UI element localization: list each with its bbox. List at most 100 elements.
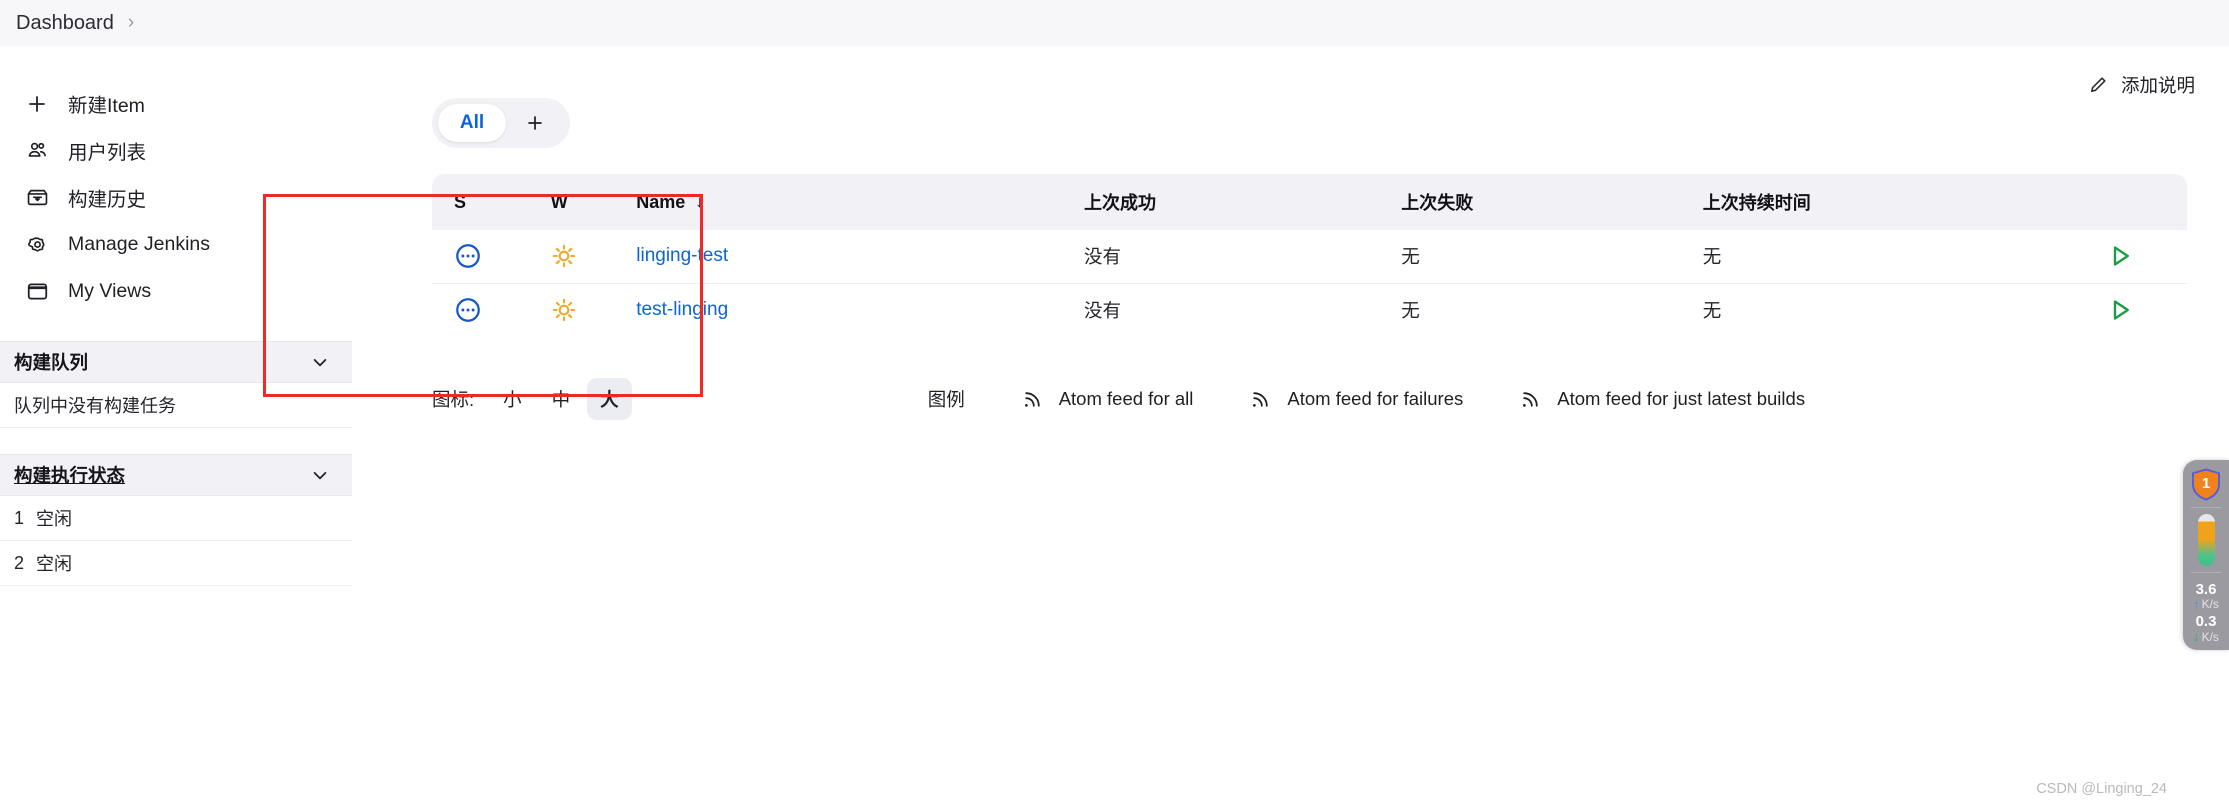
view-tabs: All [432, 98, 570, 148]
sidebar-item-new-item[interactable]: 新建Item [10, 80, 342, 127]
cell-status [432, 230, 529, 284]
plus-icon [24, 91, 50, 117]
table-row: test-linging 没有 无 无 [432, 283, 2187, 336]
upload-value: 3.6 [2195, 581, 2217, 598]
arrow-up-icon: ↑ [2193, 596, 2200, 612]
job-name-link[interactable]: linging-test [636, 245, 728, 267]
header-weather[interactable]: W [528, 174, 615, 230]
build-queue-empty-text: 队列中没有构建任务 [14, 396, 176, 416]
cell-last-failure: 无 [1379, 230, 1681, 284]
sidebar-nav: 新建Item 用户列表 构建历史 Manage Jenkins My Views [0, 80, 352, 315]
upload-stat: 3.6 ↑ K/s [2193, 582, 2219, 611]
header-last-duration[interactable]: 上次持续时间 [1680, 174, 2052, 230]
main-content: 添加说明 All S W Name ↓ 上次成功 上次失败 上次持续时间 lin… [352, 46, 2229, 807]
executor-row[interactable]: 1 空闲 [0, 496, 352, 541]
sunny-icon[interactable] [551, 297, 577, 323]
breadcrumb: Dashboard › [0, 0, 2229, 46]
download-unit-row: ↓ K/s [2193, 630, 2219, 644]
play-icon[interactable] [2105, 295, 2135, 325]
rss-icon [1519, 387, 1543, 411]
pending-dots-icon[interactable] [454, 296, 482, 324]
chevron-down-icon[interactable] [310, 465, 330, 485]
build-queue-title: 构建队列 [14, 352, 89, 373]
build-executor-panel: 构建执行状态 1 空闲 2 空闲 [0, 454, 352, 586]
sidebar: 新建Item 用户列表 构建历史 Manage Jenkins My Views… [0, 46, 352, 807]
sidebar-item-users[interactable]: 用户列表 [10, 127, 342, 174]
cell-last-duration: 无 [1680, 230, 2052, 284]
breadcrumb-root[interactable]: Dashboard [16, 12, 114, 35]
header-name[interactable]: Name ↓ [614, 174, 1062, 230]
add-view-button[interactable] [506, 104, 564, 142]
gear-icon [24, 232, 50, 258]
build-queue-header[interactable]: 构建队列 [0, 341, 352, 383]
sunny-icon[interactable] [551, 243, 577, 269]
cell-weather [528, 283, 615, 336]
pending-dots-icon[interactable] [454, 242, 482, 270]
icon-size-medium-button[interactable]: 中 [539, 378, 584, 420]
header-status-label: S [454, 191, 467, 212]
executor-status: 空闲 [36, 509, 73, 529]
sidebar-item-label: 新建Item [68, 95, 145, 117]
atom-feed-failures-label: Atom feed for failures [1287, 388, 1464, 409]
sort-descending-icon: ↓ [695, 192, 704, 211]
cell-last-failure: 无 [1379, 283, 1681, 336]
header-last-duration-label: 上次持续时间 [1702, 193, 1811, 213]
last-success-value: 没有 [1084, 246, 1122, 268]
breadcrumb-separator-icon: › [127, 12, 135, 33]
add-description-label: 添加说明 [2120, 75, 2195, 96]
download-value: 0.3 [2195, 613, 2217, 631]
cell-name: test-linging [614, 283, 1062, 336]
legend-link[interactable]: 图例 [928, 386, 965, 412]
sidebar-item-label: My Views [68, 280, 152, 302]
build-executor-header[interactable]: 构建执行状态 [0, 454, 352, 496]
cell-last-success: 没有 [1062, 230, 1380, 284]
download-unit: K/s [2201, 629, 2219, 644]
tab-all[interactable]: All [438, 104, 506, 142]
header-status[interactable]: S [432, 174, 529, 230]
upload-unit: K/s [2201, 597, 2219, 612]
atom-feed-latest-builds-link[interactable]: Atom feed for just latest builds [1519, 387, 1805, 411]
cell-last-duration: 无 [1680, 283, 2052, 336]
table-footer: 图标: 小 中 大 图例 Atom feed for all Atom feed… [432, 378, 2199, 420]
sidebar-item-label: 构建历史 [68, 189, 147, 211]
last-duration-value: 无 [1702, 299, 1722, 321]
thermometer-gauge [2197, 514, 2215, 566]
icon-size-large-button[interactable]: 大 [587, 378, 632, 420]
icon-size-selector: 图标: 小 中 大 [432, 378, 632, 420]
executor-row[interactable]: 2 空闲 [0, 541, 352, 586]
jobs-table-body: linging-test 没有 无 无 test-linging 没有 无 无 [432, 230, 2187, 336]
window-icon [24, 279, 50, 305]
watermark: CSDN @Linging_24 [2036, 781, 2167, 797]
widget-divider [2191, 572, 2221, 573]
network-monitor-widget[interactable]: 1 3.6 ↑ K/s 0.3 ↓ K/s [2183, 460, 2229, 650]
header-last-success[interactable]: 上次成功 [1062, 174, 1380, 230]
sidebar-item-build-history[interactable]: 构建历史 [10, 174, 342, 221]
shield-badge-icon[interactable]: 1 [2191, 468, 2221, 501]
atom-feed-latest-builds-label: Atom feed for just latest builds [1557, 388, 1806, 409]
job-name-link[interactable]: test-linging [636, 299, 728, 321]
download-stat: 0.3 ↓ K/s [2193, 614, 2219, 643]
cell-run [2052, 283, 2187, 336]
cell-last-success: 没有 [1062, 283, 1380, 336]
arrow-down-icon: ↓ [2193, 629, 2200, 645]
header-weather-label: W [550, 191, 568, 212]
build-executor-title: 构建执行状态 [14, 465, 126, 486]
chevron-down-icon[interactable] [310, 352, 330, 372]
header-last-failure[interactable]: 上次失败 [1379, 174, 1681, 230]
sidebar-item-label: Manage Jenkins [68, 233, 211, 255]
atom-feed-failures-link[interactable]: Atom feed for failures [1249, 387, 1463, 411]
pencil-icon [2087, 74, 2109, 96]
sidebar-item-my-views[interactable]: My Views [10, 268, 342, 315]
build-queue-panel: 构建队列 队列中没有构建任务 [0, 341, 352, 428]
play-icon[interactable] [2105, 241, 2135, 271]
last-duration-value: 无 [1702, 246, 1722, 268]
header-run [2052, 174, 2187, 230]
rss-icon [1249, 387, 1273, 411]
atom-feed-all-link[interactable]: Atom feed for all [1021, 387, 1193, 411]
sidebar-item-manage-jenkins[interactable]: Manage Jenkins [10, 221, 342, 268]
inbox-icon [24, 185, 50, 211]
jobs-table-head: S W Name ↓ 上次成功 上次失败 上次持续时间 [432, 174, 2187, 230]
people-icon [24, 138, 50, 164]
icon-size-small-button[interactable]: 小 [490, 378, 535, 420]
add-description-button[interactable]: 添加说明 [2087, 72, 2195, 98]
